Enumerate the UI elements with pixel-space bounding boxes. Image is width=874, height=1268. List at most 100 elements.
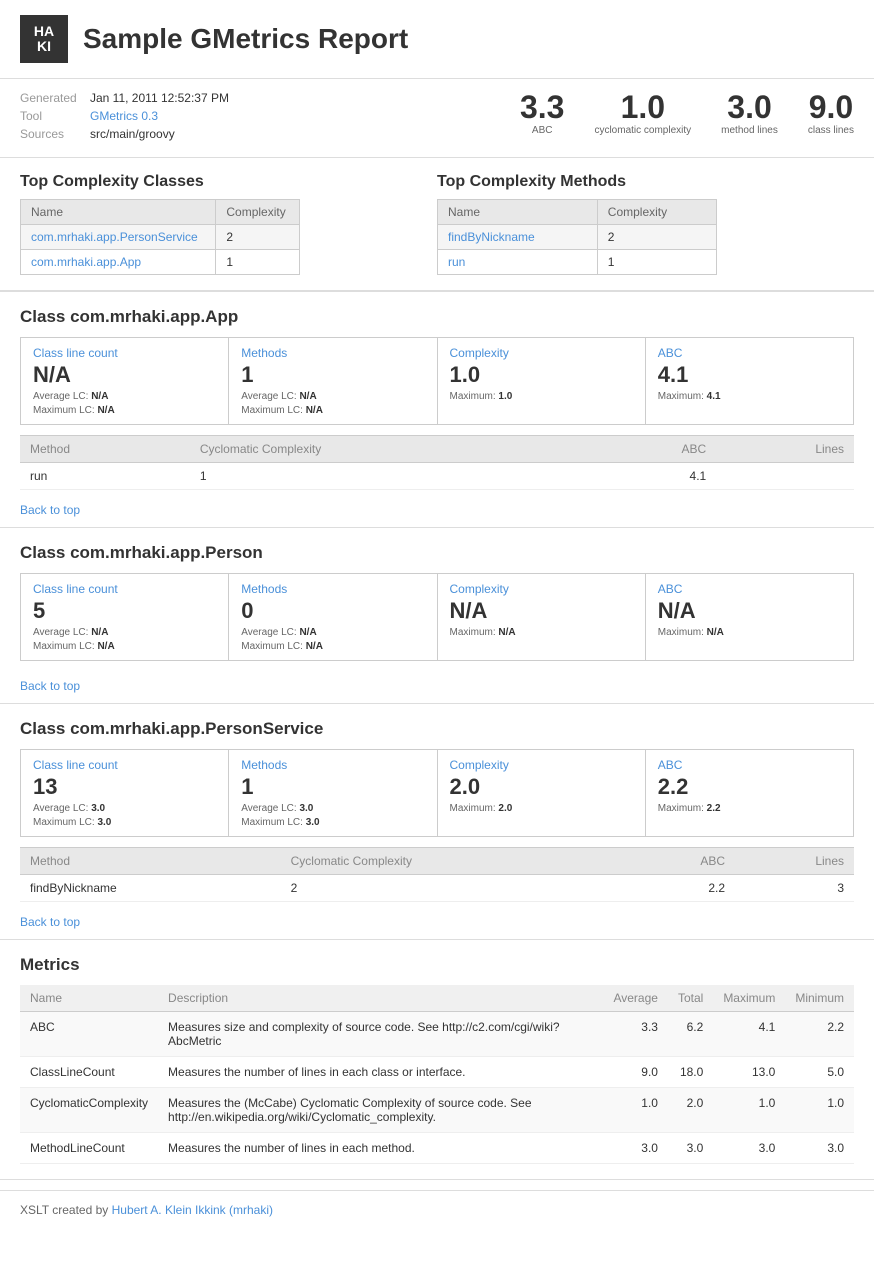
table-row: com.mrhaki.app.App1 bbox=[21, 250, 300, 275]
method-table-wrapper: Method Cyclomatic Complexity ABC Lines f… bbox=[20, 847, 854, 902]
back-to-top-link[interactable]: Back to top bbox=[20, 495, 854, 527]
metric-card-value: N/A bbox=[450, 598, 633, 624]
tool-label: Tool bbox=[20, 109, 80, 123]
method-lines: 3 bbox=[735, 875, 854, 902]
method-th-lines: Lines bbox=[716, 436, 854, 463]
sources-value: src/main/groovy bbox=[90, 127, 175, 141]
stat-label: cyclomatic complexity bbox=[594, 125, 691, 137]
tool-row: Tool GMetrics 0.3 bbox=[20, 109, 520, 123]
metric-card-link[interactable]: Complexity bbox=[450, 346, 633, 360]
metric-card-sub1: Maximum: 2.2 bbox=[658, 803, 841, 814]
stat-label: method lines bbox=[721, 125, 778, 137]
metric-description: Measures the number of lines in each cla… bbox=[158, 1057, 603, 1088]
back-to-top-link[interactable]: Back to top bbox=[20, 907, 854, 939]
method-name: run bbox=[20, 463, 190, 490]
top-tables: Top Complexity Classes NameComplexitycom… bbox=[0, 158, 874, 291]
metric-card-value: 2.0 bbox=[450, 774, 633, 800]
class-complexity-cell: 2 bbox=[216, 225, 300, 250]
generated-row: Generated Jan 11, 2011 12:52:37 PM bbox=[20, 91, 520, 105]
metrics-cards: Class line count 5 Average LC: N/AMaximu… bbox=[20, 573, 854, 661]
metrics-table: NameDescriptionAverageTotalMaximumMinimu… bbox=[20, 985, 854, 1164]
sources-label: Sources bbox=[20, 127, 80, 141]
stat-value: 3.0 bbox=[721, 91, 778, 123]
metric-card-link[interactable]: ABC bbox=[658, 758, 841, 772]
meta-info: Generated Jan 11, 2011 12:52:37 PM Tool … bbox=[20, 91, 520, 145]
method-link[interactable]: run bbox=[448, 255, 465, 269]
metric-card-sub1: Average LC: N/A bbox=[241, 627, 424, 638]
metrics-table-header: Total bbox=[668, 985, 713, 1012]
metric-minimum: 3.0 bbox=[785, 1133, 854, 1164]
metric-card-value: 1 bbox=[241, 774, 424, 800]
stat-item: 1.0 cyclomatic complexity bbox=[594, 91, 691, 137]
metric-card-link[interactable]: Class line count bbox=[33, 758, 216, 772]
metric-card-sub1: Maximum: N/A bbox=[658, 627, 841, 638]
metrics-table-header: Average bbox=[603, 985, 667, 1012]
back-to-top-link[interactable]: Back to top bbox=[20, 671, 854, 703]
metric-name: CyclomaticComplexity bbox=[20, 1088, 158, 1133]
metric-total: 3.0 bbox=[668, 1133, 713, 1164]
footer-link[interactable]: Hubert A. Klein Ikkink (mrhaki) bbox=[112, 1203, 273, 1217]
table-row: MethodLineCount Measures the number of l… bbox=[20, 1133, 854, 1164]
logo-text: HAKI bbox=[34, 24, 54, 55]
metrics-table-header: Description bbox=[158, 985, 603, 1012]
class-name-cell: com.mrhaki.app.PersonService bbox=[21, 225, 216, 250]
metric-card-value: 2.2 bbox=[658, 774, 841, 800]
metric-card-sub1: Average LC: N/A bbox=[33, 627, 216, 638]
metric-card-sub1-value: N/A bbox=[498, 627, 515, 638]
metric-card-sub2-value: N/A bbox=[306, 405, 323, 416]
metric-card-link[interactable]: Methods bbox=[241, 346, 424, 360]
metric-card-sub1-value: N/A bbox=[91, 627, 108, 638]
top-methods-header: Complexity bbox=[597, 200, 716, 225]
metric-minimum: 5.0 bbox=[785, 1057, 854, 1088]
method-name-cell: run bbox=[438, 250, 598, 275]
top-methods-wrapper: Top Complexity Methods NameComplexityfin… bbox=[437, 173, 854, 275]
table-row: run 1 4.1 bbox=[20, 463, 854, 490]
stat-item: 3.3 ABC bbox=[520, 91, 564, 137]
metric-name: MethodLineCount bbox=[20, 1133, 158, 1164]
metric-card-sub1-value: 2.2 bbox=[707, 803, 721, 814]
method-th-cyclomatic: Cyclomatic Complexity bbox=[190, 436, 590, 463]
metric-card-sub2-value: 3.0 bbox=[97, 817, 111, 828]
method-table-wrapper: Method Cyclomatic Complexity ABC Lines r… bbox=[20, 435, 854, 490]
metric-card-link[interactable]: Class line count bbox=[33, 346, 216, 360]
metric-card-link[interactable]: Class line count bbox=[33, 582, 216, 596]
metric-card-sub1-value: 4.1 bbox=[707, 391, 721, 402]
class-link[interactable]: com.mrhaki.app.PersonService bbox=[31, 230, 198, 244]
metric-card-sub2: Maximum LC: N/A bbox=[33, 641, 216, 652]
method-link[interactable]: findByNickname bbox=[448, 230, 535, 244]
metric-minimum: 1.0 bbox=[785, 1088, 854, 1133]
metric-card-link[interactable]: Complexity bbox=[450, 758, 633, 772]
metric-card: ABC 4.1 Maximum: 4.1 bbox=[646, 338, 853, 424]
metric-card-sub2-value: N/A bbox=[97, 641, 114, 652]
metric-card-link[interactable]: ABC bbox=[658, 346, 841, 360]
table-row: CyclomaticComplexity Measures the (McCab… bbox=[20, 1088, 854, 1133]
metric-card-link[interactable]: ABC bbox=[658, 582, 841, 596]
method-lines bbox=[716, 463, 854, 490]
metric-name: ABC bbox=[20, 1012, 158, 1057]
metric-card-sub1-value: N/A bbox=[299, 627, 316, 638]
top-classes-title: Top Complexity Classes bbox=[20, 173, 437, 191]
table-row: findByNickname2 bbox=[438, 225, 717, 250]
metric-description: Measures the (McCabe) Cyclomatic Complex… bbox=[158, 1088, 603, 1133]
metric-card-sub2: Maximum LC: N/A bbox=[241, 405, 424, 416]
method-name: findByNickname bbox=[20, 875, 281, 902]
method-table-header-row: Method Cyclomatic Complexity ABC Lines bbox=[20, 436, 854, 463]
metric-card-sub1: Maximum: N/A bbox=[450, 627, 633, 638]
metric-card-sub1-value: 3.0 bbox=[299, 803, 313, 814]
metric-card-sub1-value: 3.0 bbox=[91, 803, 105, 814]
method-th-abc: ABC bbox=[590, 436, 716, 463]
metric-card-sub2: Maximum LC: N/A bbox=[33, 405, 216, 416]
metric-card-sub1-value: 1.0 bbox=[498, 391, 512, 402]
tool-link[interactable]: GMetrics 0.3 bbox=[90, 109, 158, 123]
sources-row: Sources src/main/groovy bbox=[20, 127, 520, 141]
top-methods-table: NameComplexityfindByNickname2run1 bbox=[437, 199, 717, 275]
metric-card-link[interactable]: Complexity bbox=[450, 582, 633, 596]
metric-card-sub2-value: N/A bbox=[97, 405, 114, 416]
metric-card-sub2: Maximum LC: N/A bbox=[241, 641, 424, 652]
class-link[interactable]: com.mrhaki.app.App bbox=[31, 255, 141, 269]
metric-card-link[interactable]: Methods bbox=[241, 758, 424, 772]
metric-card-link[interactable]: Methods bbox=[241, 582, 424, 596]
metric-name: ClassLineCount bbox=[20, 1057, 158, 1088]
method-table: Method Cyclomatic Complexity ABC Lines f… bbox=[20, 847, 854, 902]
stat-item: 9.0 class lines bbox=[808, 91, 854, 137]
